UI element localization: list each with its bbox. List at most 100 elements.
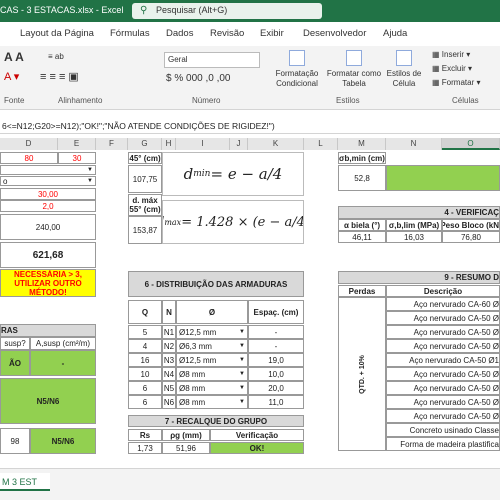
cell-dash[interactable]: - [30,350,96,376]
dist-phi-select[interactable]: Ø12,5 mm ▼ [176,325,248,339]
dist-n[interactable]: N3 [162,353,176,367]
dist-n[interactable]: N1 [162,325,176,339]
spreadsheet-grid[interactable]: D E F G H I J K L M N O 80 30 ▼ o ▼ 30,00… [0,138,500,468]
cell-98[interactable]: 98 [0,428,30,454]
tab-revisao[interactable]: Revisão [210,28,244,39]
resumo-item[interactable]: Aço nervurado CA-50 Ø [386,325,500,339]
g-dmax-label[interactable]: d. máx 55° (cm) [128,194,162,216]
recalque-title[interactable]: 7 - RECALQUE DO GRUPO [128,415,304,427]
verif-h3[interactable]: Peso Bloco (kN) [442,219,500,231]
dist-q[interactable]: 6 [128,381,162,395]
dist-q[interactable]: 4 [128,339,162,353]
cell-n5n6[interactable]: N5/N6 [0,378,96,424]
col-header-h[interactable]: H [162,138,176,150]
number-format-icons[interactable]: $ % 000 ,0 ,00 [166,74,231,84]
font-size-grow-icon[interactable]: A A [4,51,24,63]
m-val[interactable]: 52,8 [338,165,386,191]
col-header-k[interactable]: K [248,138,304,150]
cell-e-red2[interactable]: 2,0 [0,200,96,212]
tab-formulas[interactable]: Fórmulas [110,28,150,39]
dist-esp[interactable]: - [248,325,304,339]
dropdown-2[interactable]: o ▼ [0,176,96,186]
dist-esp[interactable]: 19,0 [248,353,304,367]
dist-h-esp[interactable]: Espaç. (cm) [248,300,304,324]
tab-layout[interactable]: Layout da Página [20,28,94,39]
col-header-i[interactable]: I [176,138,230,150]
dist-phi-select[interactable]: Ø8 mm ▼ [176,367,248,381]
col-header-o[interactable]: O [442,138,500,150]
resumo-item[interactable]: Aço nervurado CA-50 Ø [386,409,500,423]
verif-v1[interactable]: 46,11 [338,231,386,243]
dist-n[interactable]: N6 [162,395,176,409]
col-header-g[interactable]: G [128,138,162,150]
dist-q[interactable]: 5 [128,325,162,339]
resumo-perda[interactable]: QTD. + 10% [338,297,386,451]
cell-n5n6b[interactable]: N5/N6 [30,428,96,454]
dist-esp[interactable]: 10,0 [248,367,304,381]
rec-h-pg[interactable]: ρg (mm) [162,429,210,441]
tab-exibir[interactable]: Exibir [260,28,284,39]
dist-phi-select[interactable]: Ø6,3 mm ▼ [176,339,248,353]
col-header-e[interactable]: E [58,138,96,150]
resumo-item[interactable]: Aço nervurado CA-50 Ø1 [386,353,500,367]
format-button[interactable]: ▦ Formatar ▾ [432,78,480,88]
number-format-select[interactable]: Geral [164,52,260,68]
dist-q[interactable]: 16 [128,353,162,367]
conditional-format-button[interactable]: Formatação Condicional [270,50,324,89]
verif-v2[interactable]: 16,03 [386,231,442,243]
search-box[interactable]: ⚲ Pesquisar (Alt+G) [132,3,322,19]
tab-dados[interactable]: Dados [166,28,193,39]
cell-e-top[interactable]: 30 [58,152,96,164]
dist-phi-select[interactable]: Ø8 mm ▼ [176,395,248,409]
resumo-item[interactable]: Aço nervurado CA-50 Ø [386,311,500,325]
delete-button[interactable]: ▦ Excluir ▾ [432,64,472,74]
rec-pg[interactable]: 51,96 [162,442,210,454]
format-table-button[interactable]: Formatar como Tabela [326,50,382,89]
verif-h2[interactable]: σ,b,lim (MPa) [386,219,442,231]
dist-h-q[interactable]: Q [128,300,162,324]
dist-h-phi[interactable]: Ø [176,300,248,324]
rec-h-ver[interactable]: Verificação [210,429,304,441]
dist-esp[interactable]: - [248,339,304,353]
resumo-item[interactable]: Aço nervurado CA-60 Ø [386,297,500,311]
cell-nao[interactable]: ÃO [0,350,30,376]
align-icons[interactable]: ≡ ≡ ≡ ▣ [40,72,79,83]
col-header-j[interactable]: J [230,138,248,150]
resumo-item[interactable]: Aço nervurado CA-50 Ø [386,395,500,409]
dist-esp[interactable]: 20,0 [248,381,304,395]
col-susp[interactable]: susp? [0,337,30,350]
col-header-d[interactable]: D [0,138,58,150]
wrap-text-icon[interactable]: ≡ ab [48,52,64,62]
tab-ajuda[interactable]: Ajuda [383,28,407,39]
sheet-tab[interactable]: M 3 EST [0,473,50,491]
font-color-icon[interactable]: A ▾ [4,72,19,83]
formula-bar[interactable]: 6<=N12;G20>=N12);"OK!";"NÃO ATENDE CONDI… [0,118,500,134]
col-header-f[interactable]: F [96,138,128,150]
g-label-45[interactable]: 45° (cm) [128,152,162,164]
dropdown-1[interactable]: ▼ [0,165,96,175]
col-header-m[interactable]: M [338,138,386,150]
resumo-item[interactable]: Aço nervurado CA-50 Ø [386,381,500,395]
insert-button[interactable]: ▦ Inserir ▾ [432,50,470,60]
cell-styles-button[interactable]: Estilos de Célula [384,50,424,89]
resumo-item[interactable]: Concreto usinado Classe [386,423,500,437]
tab-desenvolvedor[interactable]: Desenvolvedor [303,28,366,39]
resumo-title[interactable]: 9 - RESUMO D [338,271,500,284]
dist-phi-select[interactable]: Ø8 mm ▼ [176,381,248,395]
dist-q[interactable]: 10 [128,367,162,381]
rec-ver[interactable]: OK! [210,442,304,454]
dist-phi-select[interactable]: Ø12,5 mm ▼ [176,353,248,367]
section-ras[interactable]: RAS [0,324,96,337]
dist-n[interactable]: N2 [162,339,176,353]
resumo-h-desc[interactable]: Descrição [386,285,500,297]
cell-d-top[interactable]: 80 [0,152,58,164]
warning-cell[interactable]: NECESSÁRIA > 3, UTILIZAR OUTRO MÉTODO! [0,269,96,297]
resumo-item[interactable]: Forma de madeira plastifica [386,437,500,451]
rec-rs[interactable]: 1,73 [128,442,162,454]
dist-q[interactable]: 6 [128,395,162,409]
m-label[interactable]: σb,min (cm) [338,152,386,164]
resumo-item[interactable]: Aço nervurado CA-50 Ø [386,339,500,353]
green-block[interactable] [386,165,500,191]
col-header-l[interactable]: L [304,138,338,150]
dist-title[interactable]: 6 - DISTRIBUIÇÃO DAS ARMADURAS [128,271,304,297]
